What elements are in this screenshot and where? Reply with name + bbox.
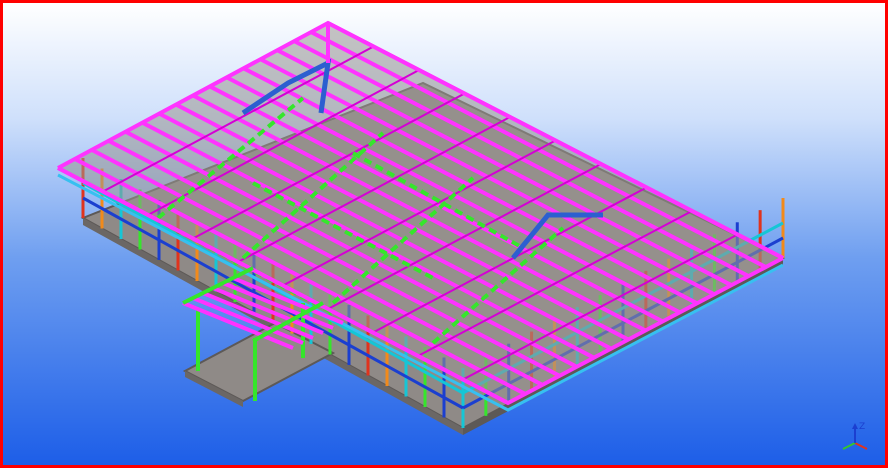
axis-z-label: Z	[859, 422, 865, 432]
3d-viewport[interactable]: Z	[0, 0, 888, 468]
axis-triad-icon: Z	[842, 422, 868, 450]
structural-model-3d-view[interactable]	[3, 3, 885, 465]
